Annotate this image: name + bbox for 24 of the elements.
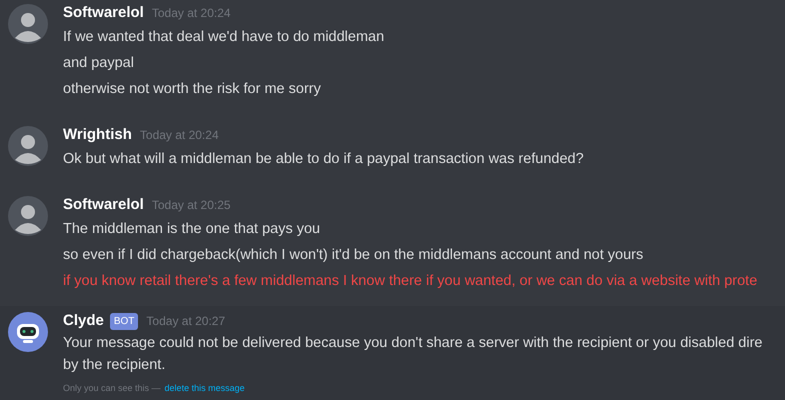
timestamp: Today at 20:27 <box>146 313 226 330</box>
username[interactable]: Wrightish <box>63 124 132 146</box>
username[interactable]: Softwarelol <box>63 194 144 216</box>
timestamp: Today at 20:24 <box>152 5 231 22</box>
username[interactable]: Softwarelol <box>63 2 144 24</box>
timestamp: Today at 20:25 <box>152 197 231 214</box>
timestamp: Today at 20:24 <box>140 127 219 144</box>
message-text: Your message could not be delivered because you don't share a server with the recipient or you disabled dire <box>63 334 762 353</box>
ephemeral-note: Only you can see this — <box>63 382 161 395</box>
message-text: and paypal <box>63 54 135 73</box>
robot-avatar-icon <box>8 312 48 352</box>
username[interactable]: Clyde <box>63 310 104 332</box>
message-text: by the recipient. <box>63 356 166 375</box>
user-avatar-icon <box>8 126 48 166</box>
delete-message-link[interactable]: delete this message <box>164 382 245 396</box>
message-text: if you know retail there's a few middlemans I know there if you wanted, or we can do via a website with prote <box>63 272 758 291</box>
user-avatar-icon <box>8 196 48 236</box>
bot-tag: BOT <box>110 312 138 330</box>
message-text: so even if I did chargeback(which I won't) it'd be on the middlemans account and not yours <box>63 246 644 265</box>
user-avatar-icon <box>8 4 48 44</box>
message-text: Ok but what will a middleman be able to do if a paypal transaction was refunded? <box>63 150 584 169</box>
message-text: If we wanted that deal we'd have to do middleman <box>63 28 384 47</box>
message-text: otherwise not worth the risk for me sorry <box>63 80 322 99</box>
message-text: The middleman is the one that pays you <box>63 220 322 239</box>
